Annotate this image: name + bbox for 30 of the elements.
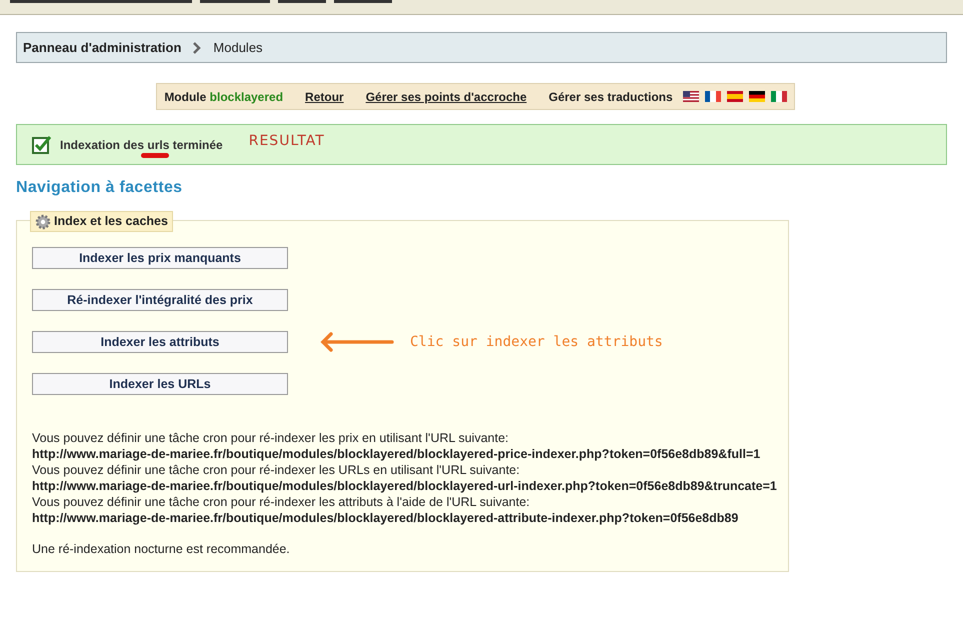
- cron-description: Vous pouvez définir une tâche cron pour ré-indexer les attributs à l'aide de l'URL suivante:: [32, 494, 531, 510]
- instruction-annotation: Clic sur indexer les attributs: [410, 332, 663, 352]
- breadcrumb-item[interactable]: Panneau d'administration: [23, 38, 182, 58]
- breadcrumb-item: Modules: [213, 38, 263, 57]
- flag-icon[interactable]: [748, 91, 765, 102]
- module-name: Module blocklayered: [164, 88, 284, 106]
- chevron-icon: [193, 42, 202, 54]
- cron-description: Vous pouvez définir une tâche cron pour ré-indexer les URLs en utilisant l'URL suivante:: [32, 462, 521, 478]
- success-text: Indexation des urls terminée: [60, 136, 223, 154]
- fieldset-legend: Index et les caches: [30, 211, 173, 232]
- note-text: Une ré-indexation nocturne est recommandée.: [32, 541, 291, 557]
- page-title: Navigation à facettes: [16, 178, 184, 198]
- gear-icon: [35, 214, 51, 230]
- flag-icon[interactable]: [704, 91, 721, 102]
- toolbar-link[interactable]: Retour: [305, 88, 344, 106]
- translations-label: Gérer ses traductions: [548, 88, 673, 106]
- underline-mark: [140, 153, 169, 158]
- result-annotation: RESULTAT: [248, 132, 325, 151]
- index-button[interactable]: Ré-indexer l'intégralité des prix: [32, 289, 288, 311]
- cron-url: http://www.mariage-de-mariee.fr/boutique/modules/blocklayered/blocklayered-attribute-indexer.php?token=0f56e8db89: [32, 510, 740, 526]
- arrow-icon: [320, 332, 394, 352]
- checkbox-check-icon: [32, 134, 52, 154]
- flag-icon[interactable]: [682, 91, 699, 102]
- toolbar-link[interactable]: Gérer ses points d'accroche: [366, 88, 527, 106]
- index-button[interactable]: Indexer les attributs: [32, 331, 288, 353]
- cron-url: http://www.mariage-de-mariee.fr/boutique/modules/blocklayered/blocklayered-price-indexer.php?token=0f56e8db89&full=1: [32, 446, 762, 462]
- index-button[interactable]: Indexer les URLs: [32, 373, 288, 395]
- cron-url: http://www.mariage-de-mariee.fr/boutique/modules/blocklayered/blocklayered-url-indexer.php?token=0f56e8db89&truncate=1: [32, 478, 777, 494]
- index-button[interactable]: Indexer les prix manquants: [32, 247, 288, 269]
- cron-description: Vous pouvez définir une tâche cron pour ré-indexer les prix en utilisant l'URL suivante:: [32, 430, 510, 446]
